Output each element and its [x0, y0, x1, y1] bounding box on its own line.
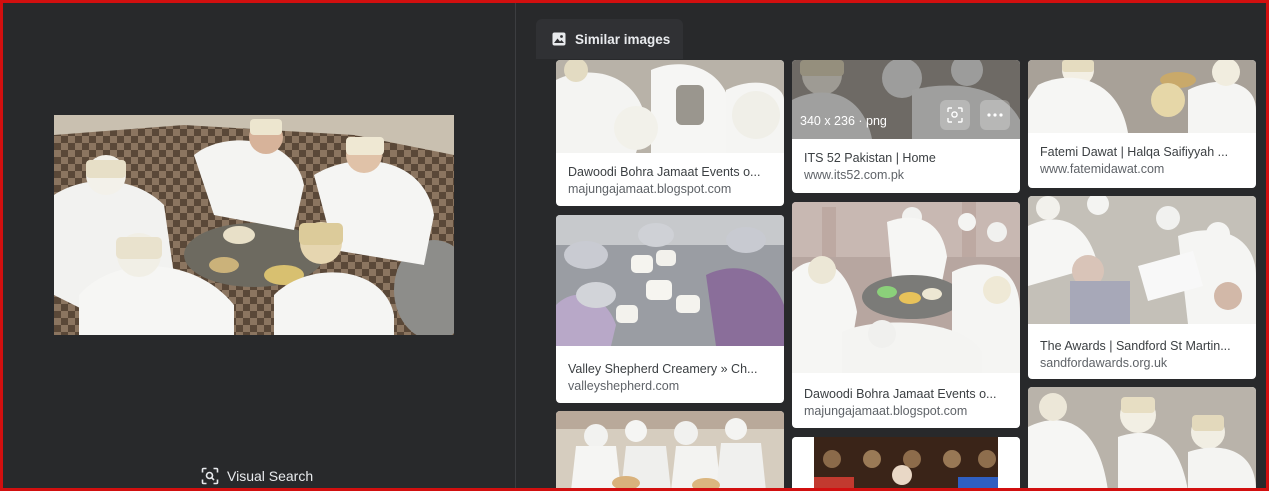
image-icon — [552, 32, 566, 46]
result-domain: valleyshepherd.com — [568, 379, 680, 393]
result-title: Dawoodi Bohra Jamaat Events o... — [804, 387, 997, 401]
result-title: Fatemi Dawat | Halqa Saifiyyah ... — [1040, 145, 1229, 159]
result-thumbnail — [792, 437, 1020, 488]
more-icon[interactable] — [980, 100, 1010, 130]
result-thumbnail: 340 x 236 · png — [792, 60, 1020, 139]
result-title: Dawoodi Bohra Jamaat Events o... — [568, 165, 761, 179]
result-thumbnail — [556, 215, 784, 346]
result-title: ITS 52 Pakistan | Home — [804, 151, 936, 165]
result-card[interactable]: Dawoodi Bohra Jamaat Events o... majunga… — [792, 202, 1020, 428]
result-thumbnail — [556, 60, 784, 153]
result-card[interactable]: Fatemi Dawat | Halqa Saifiyyah ... www.f… — [1028, 60, 1256, 188]
tab-label: Similar images — [575, 31, 671, 47]
result-card[interactable]: The Awards | Sandford St Martin... sandf… — [1028, 196, 1256, 379]
result-card[interactable]: Dawoodi Bohra Jamaat Events o... majunga… — [556, 60, 784, 206]
result-title: The Awards | Sandford St Martin... — [1040, 339, 1231, 353]
result-thumbnail — [556, 411, 784, 488]
result-card[interactable]: Valley Shepherd Creamery » Ch... valleys… — [556, 215, 784, 403]
source-image[interactable] — [54, 115, 454, 335]
similar-images-pane: Similar images Dawoodi Bohra Jamaat Even… — [516, 3, 1266, 488]
tab-similar-images[interactable]: Similar images — [536, 19, 683, 59]
result-card[interactable] — [1028, 387, 1256, 488]
result-card[interactable]: 340 x 236 · png ITS 52 Pakistan | Home w… — [792, 60, 1020, 193]
source-image-pane: Visual Search — [3, 3, 515, 488]
result-domain: www.its52.com.pk — [804, 168, 905, 182]
lens-icon[interactable] — [940, 100, 970, 130]
result-domain: www.fatemidawat.com — [1040, 162, 1165, 176]
visual-search-button[interactable]: Visual Search — [201, 467, 313, 485]
visual-search-label: Visual Search — [227, 468, 314, 484]
result-domain: majungajamaat.blogspot.com — [568, 182, 732, 196]
result-domain: sandfordawards.org.uk — [1040, 356, 1168, 370]
result-thumbnail — [1028, 60, 1256, 133]
result-domain: majungajamaat.blogspot.com — [804, 404, 968, 418]
result-thumbnail — [1028, 196, 1256, 324]
result-title: Valley Shepherd Creamery » Ch... — [568, 362, 758, 376]
result-thumbnail — [1028, 387, 1256, 488]
image-size-label: 340 x 236 · png — [800, 114, 887, 128]
result-card[interactable] — [792, 437, 1020, 488]
result-thumbnail — [792, 202, 1020, 373]
result-card[interactable] — [556, 411, 784, 488]
visual-search-icon — [201, 467, 219, 485]
